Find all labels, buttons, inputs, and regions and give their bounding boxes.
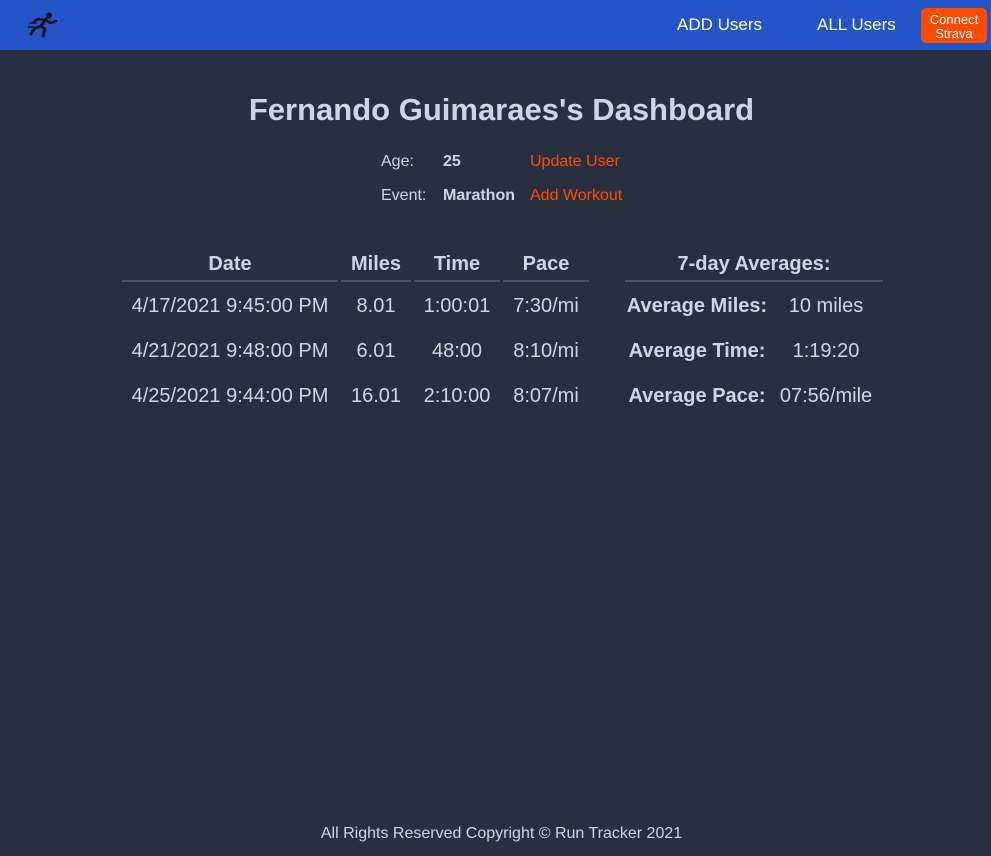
event-value: Marathon (443, 187, 515, 204)
average-pace-value: 07:56/mile (779, 385, 873, 407)
workout-row-2-miles: 6.01 (356, 340, 396, 362)
age-value: 25 (443, 153, 461, 170)
average-miles-label: Average Miles: (626, 295, 768, 317)
workout-row-1-time: 1:00:01 (423, 295, 491, 317)
connect-strava-button[interactable]: Connect Strava (921, 8, 987, 43)
workout-row-2-time: 48:00 (431, 340, 483, 362)
nav-all-users-link[interactable]: ALL Users (817, 15, 896, 35)
workout-row-2-pace: 8:10/mi (513, 340, 579, 362)
runner-icon[interactable] (27, 11, 60, 39)
workout-row-1-miles: 8.01 (356, 295, 396, 317)
column-header-miles: Miles (341, 250, 411, 282)
connect-strava-label-line1: Connect (929, 11, 979, 27)
event-label: Event: (381, 187, 427, 204)
average-miles-value: 10 miles (788, 295, 864, 317)
navbar: ADD Users ALL Users Connect Strava (0, 0, 991, 50)
footer-copyright: All Rights Reserved Copyright © Run Trac… (320, 825, 683, 842)
nav-add-users-link[interactable]: ADD Users (677, 15, 762, 35)
age-label: Age: (381, 153, 414, 170)
column-header-pace: Pace (503, 250, 589, 282)
averages-heading: 7-day Averages: (625, 250, 883, 282)
update-user-link[interactable]: Update User (530, 152, 620, 172)
average-time-value: 1:19:20 (792, 340, 860, 362)
column-header-date: Date (122, 250, 338, 282)
add-workout-link[interactable]: Add Workout (530, 186, 622, 206)
page-title: Fernando Guimaraes's Dashboard (248, 92, 755, 127)
workout-row-3-date: 4/25/2021 9:44:00 PM (131, 385, 329, 407)
workout-row-3-miles: 16.01 (350, 385, 402, 407)
connect-strava-label-line2: Strava (935, 25, 973, 41)
workout-row-1-pace: 7:30/mi (513, 295, 579, 317)
workout-row-1-date: 4/17/2021 9:45:00 PM (131, 295, 329, 317)
average-pace-label: Average Pace: (628, 385, 766, 407)
workout-row-3-time: 2:10:00 (423, 385, 491, 407)
workout-row-2-date: 4/21/2021 9:48:00 PM (131, 340, 329, 362)
average-time-label: Average Time: (628, 340, 766, 362)
column-header-time: Time (414, 250, 500, 282)
workout-row-3-pace: 8:07/mi (513, 385, 579, 407)
